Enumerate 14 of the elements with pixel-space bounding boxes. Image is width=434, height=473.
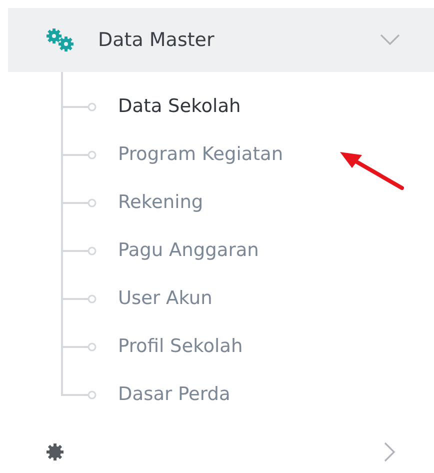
gears-icon xyxy=(45,28,75,52)
submenu-item[interactable]: Data Sekolah xyxy=(118,96,241,116)
submenu-item[interactable]: Program Kegiatan xyxy=(118,144,284,164)
menu-title: Data Master xyxy=(98,29,214,51)
submenu-item[interactable]: Pagu Anggaran xyxy=(118,240,259,260)
submenu-item[interactable]: Profil Sekolah xyxy=(118,336,243,356)
menu-header[interactable]: Data Master xyxy=(8,8,434,72)
submenu-item[interactable]: Rekening xyxy=(118,192,204,212)
submenu-item[interactable]: User Akun xyxy=(118,288,212,308)
pointer-arrow xyxy=(340,152,404,192)
gear-icon xyxy=(45,442,65,462)
chevron-right-icon xyxy=(384,442,396,462)
submenu-item[interactable]: Dasar Perda xyxy=(118,384,230,404)
chevron-down-icon xyxy=(380,34,400,46)
